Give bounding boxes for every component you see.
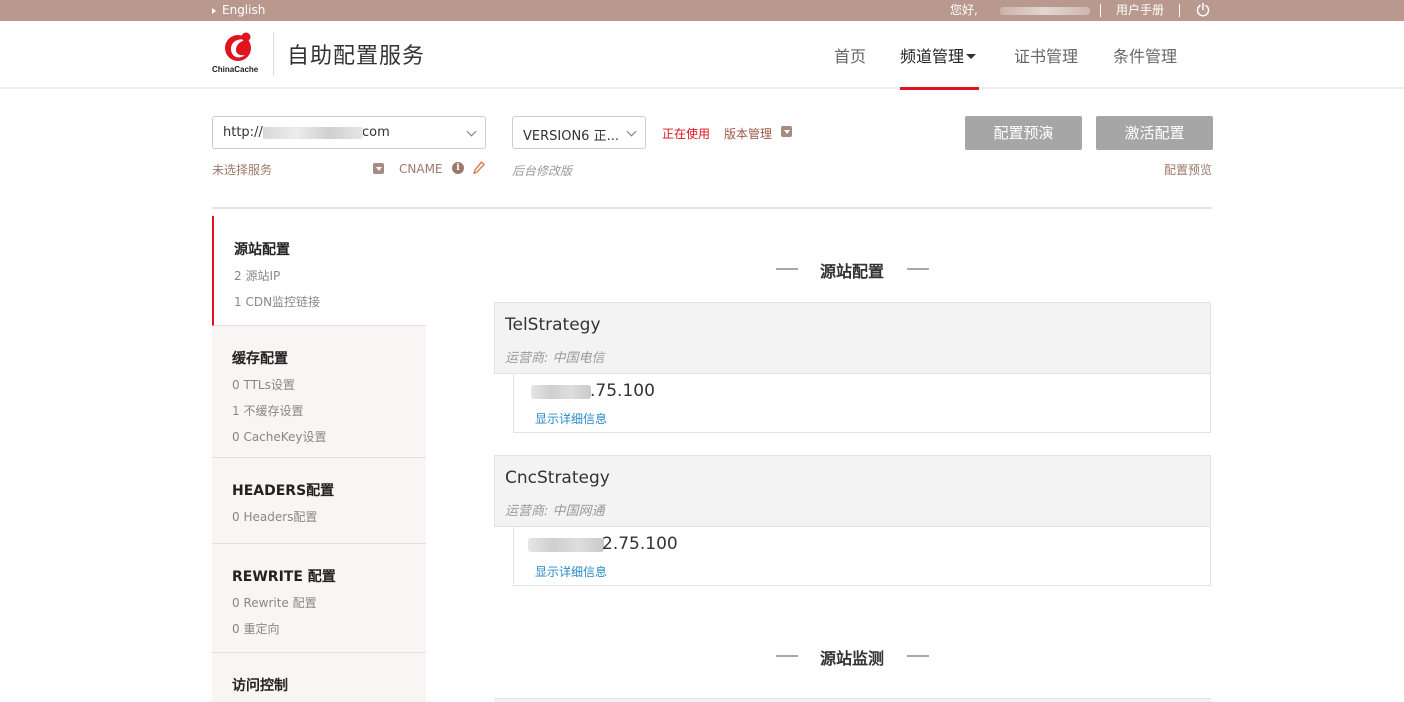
header-divider <box>273 32 274 76</box>
caret-right-icon <box>212 7 216 14</box>
sidebar-section-origin[interactable]: 源站配置 2 源站IP 1 CDN监控链接 <box>212 216 426 326</box>
show-details-link[interactable]: 显示详细信息 <box>535 410 607 427</box>
sidebar-section-headers[interactable]: HEADERS配置 0 Headers配置 <box>212 458 426 544</box>
cname-label: CNAME <box>399 162 443 176</box>
config-preview-link[interactable]: 配置预览 <box>1164 161 1212 178</box>
chevron-down-icon <box>466 126 477 137</box>
chinacache-logo-mark-icon <box>225 32 251 61</box>
sidebar-item[interactable]: 2 源站IP <box>234 267 280 284</box>
section-divider <box>212 207 1212 209</box>
chinacache-logo[interactable]: ChinaCache <box>212 31 266 79</box>
top-utility-bar: English 您好, 用户手册 <box>0 0 1404 21</box>
title-dash <box>776 268 798 270</box>
greeting-text: 您好, <box>950 3 978 17</box>
sidebar-section-title: HEADERS配置 <box>232 483 335 499</box>
sidebar-item[interactable]: 1 不缓存设置 <box>232 402 303 419</box>
strategy-name: TelStrategy <box>505 315 601 335</box>
service-hint: 未选择服务 <box>212 163 273 177</box>
language-label: English <box>222 3 266 17</box>
monitor-card-header <box>494 698 1211 702</box>
ip-redacted <box>531 385 591 399</box>
caret-down-icon <box>966 54 977 59</box>
logo-text: ChinaCache <box>212 65 259 74</box>
divider <box>1100 4 1101 17</box>
strategy-card-body: .75.100 显示详细信息 <box>513 373 1211 433</box>
strategy-card-body: 2.75.100 显示详细信息 <box>513 526 1211 586</box>
site-header: ChinaCache 自助配置服务 首页 频道管理 证书管理 条件管理 <box>0 21 1404 90</box>
version-select-value: VERSION6 正... <box>523 129 619 144</box>
version-note: 后台修改版 <box>512 164 573 178</box>
chevron-down-icon <box>626 126 637 137</box>
show-details-link[interactable]: 显示详细信息 <box>535 563 607 580</box>
sidebar-item[interactable]: 0 重定向 <box>232 620 279 637</box>
strategy-isp: 运营商: 中国网通 <box>505 504 605 519</box>
title-dash <box>907 655 929 657</box>
power-icon[interactable] <box>1195 2 1211 18</box>
strategy-isp: 运营商: 中国电信 <box>505 351 605 366</box>
strategy-name: CncStrategy <box>505 468 610 488</box>
ip-redacted <box>528 538 604 552</box>
info-icon[interactable]: i <box>452 162 464 174</box>
origin-ip: 2.75.100 <box>602 534 678 554</box>
title-dash <box>776 655 798 657</box>
sidebar-section-title: 访问控制 <box>232 678 288 694</box>
active-nav-indicator <box>900 87 979 90</box>
version-select[interactable]: VERSION6 正... <box>512 116 646 149</box>
sidebar-section-title: 源站配置 <box>234 242 290 258</box>
language-switch[interactable]: English <box>212 3 265 18</box>
nav-channel-management-label: 频道管理 <box>900 47 965 66</box>
nav-condition-management[interactable]: 条件管理 <box>1113 43 1177 67</box>
strategy-card-header: CncStrategy 运营商: 中国网通 <box>494 455 1211 527</box>
service-select-value: http:// <box>223 125 263 140</box>
version-management-dropdown-icon[interactable] <box>781 126 792 137</box>
sidebar-item[interactable]: 0 TTLs设置 <box>232 376 295 393</box>
app-title: 自助配置服务 <box>287 44 426 69</box>
version-status: 正在使用 <box>662 127 711 141</box>
user-manual-link[interactable]: 用户手册 <box>1116 3 1164 18</box>
version-management-link[interactable]: 版本管理 <box>724 125 772 142</box>
service-dropdown-icon[interactable] <box>373 163 384 174</box>
config-preview-button[interactable]: 配置预演 <box>965 116 1082 150</box>
sidebar-item[interactable]: 0 CacheKey设置 <box>232 428 327 445</box>
sidebar-section-title: 缓存配置 <box>232 351 288 367</box>
sidebar-item[interactable]: 0 Rewrite 配置 <box>232 594 317 611</box>
origin-config-title: 源站配置 <box>820 262 885 281</box>
nav-home[interactable]: 首页 <box>834 43 866 67</box>
domain-redacted <box>263 127 363 139</box>
sidebar-section-access-control[interactable]: 访问控制 <box>212 653 426 702</box>
title-dash <box>907 268 929 270</box>
divider <box>1179 4 1180 17</box>
origin-monitor-title: 源站监测 <box>820 649 885 668</box>
service-select-suffix: com <box>362 125 390 140</box>
sidebar-section-title: REWRITE 配置 <box>232 569 336 585</box>
sidebar-item[interactable]: 1 CDN监控链接 <box>234 293 320 310</box>
nav-channel-management[interactable]: 频道管理 <box>900 43 977 67</box>
nav-certificate-management[interactable]: 证书管理 <box>1014 43 1078 67</box>
activate-config-button[interactable]: 激活配置 <box>1096 116 1213 150</box>
origin-ip: .75.100 <box>590 381 655 401</box>
pencil-icon[interactable] <box>473 161 485 175</box>
username-redacted <box>1000 7 1090 15</box>
sidebar-section-rewrite[interactable]: REWRITE 配置 0 Rewrite 配置 0 重定向 <box>212 544 426 653</box>
sidebar-item[interactable]: 0 Headers配置 <box>232 508 317 525</box>
sidebar-section-cache[interactable]: 缓存配置 0 TTLs设置 1 不缓存设置 0 CacheKey设置 <box>212 326 426 458</box>
strategy-card-header: TelStrategy 运营商: 中国电信 <box>494 302 1211 374</box>
